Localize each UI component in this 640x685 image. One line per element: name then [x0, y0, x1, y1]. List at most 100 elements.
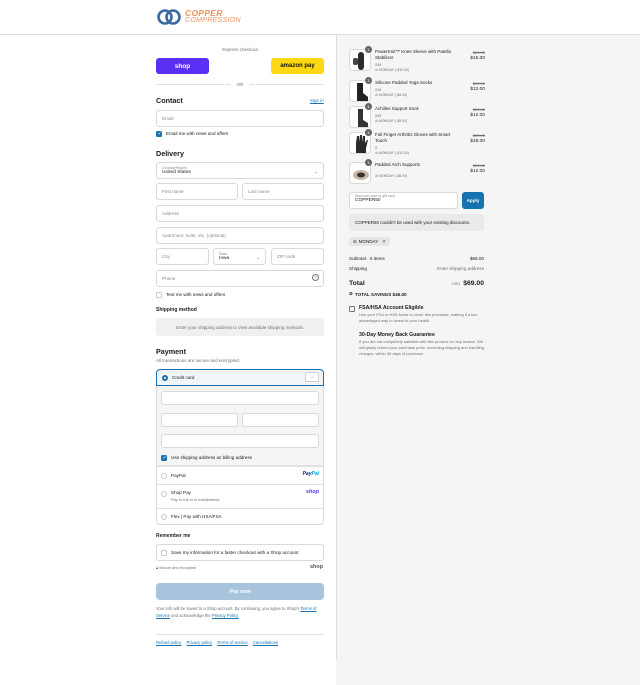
item-variant: S/M — [375, 63, 382, 67]
cart-item: 1 Full Finger Arthritis Gloves with Smar… — [349, 129, 485, 158]
address-field[interactable]: Address — [156, 205, 324, 222]
discount-code-field[interactable]: Discount code or gift card COPPER50 — [349, 192, 458, 209]
item-discount: ⊘ MONDAY (-$8.00) — [375, 93, 408, 97]
item-price: $18.00 — [470, 139, 485, 144]
remove-discount-icon[interactable]: ✕ — [382, 239, 386, 245]
tag-icon: ⊘ — [375, 174, 378, 178]
item-name: Achilles Support Sock — [375, 106, 419, 111]
phone-field[interactable]: Phone ? — [156, 270, 324, 287]
sign-in-link[interactable]: Sign in — [310, 98, 324, 103]
secure-note: 🔒︎ Secure and encrypted — [156, 566, 197, 570]
billing-address-checkbox[interactable] — [161, 455, 167, 461]
news-checkbox-label: Email me with news and offers — [166, 131, 229, 136]
tag-icon: ⊘ — [375, 119, 378, 123]
quantity-badge: 1 — [365, 77, 372, 84]
item-old-price: $20.00 — [472, 81, 485, 86]
item-discount: ⊘ MONDAY (-$10.00) — [375, 68, 410, 72]
shop-logo: shop — [310, 564, 324, 570]
tag-icon: ⊘ — [375, 68, 378, 72]
fsa-highlight: FSA/HSA Account Eligible Use your FSA or… — [359, 305, 478, 323]
flex-radio[interactable] — [161, 514, 167, 520]
item-name: Silicone Padded Yoga Socks — [375, 80, 433, 85]
privacy-policy-link[interactable]: Privacy Policy. — [212, 613, 239, 618]
chevron-down-icon: ⌄ — [314, 169, 318, 174]
privacy-policy-footer-link[interactable]: Privacy policy — [187, 640, 213, 645]
tag-icon: ⊘ — [375, 151, 378, 155]
cart-item: 1 PowerKnit™ Knee Sleeve with Patella St… — [349, 46, 485, 75]
header: COPPER COMPRESSION — [0, 0, 640, 35]
item-variant: S — [375, 146, 378, 150]
item-name: Padded Arch Supports — [375, 162, 421, 167]
shipping-method-note: Enter your shipping address to view avai… — [156, 318, 324, 336]
shop-pay-express-button[interactable]: shop — [156, 58, 209, 74]
pay-now-button[interactable]: Pay now — [156, 583, 324, 600]
flex-hsa-option[interactable]: Flex | Pay with HSA/FSA — [157, 508, 323, 525]
help-icon[interactable]: ? — [312, 274, 319, 281]
item-old-price: $20.00 — [472, 163, 485, 168]
paypal-radio[interactable] — [161, 473, 167, 479]
apartment-field[interactable]: Apartment, suite, etc. (optional) — [156, 227, 324, 244]
cancellations-link[interactable]: Cancellations — [253, 640, 278, 645]
news-checkbox[interactable] — [156, 131, 162, 137]
item-discount: ⊘ MONDAY (-$8.00) — [375, 174, 408, 178]
shipping-value: Enter shipping address — [437, 266, 484, 271]
card-number-field[interactable] — [161, 391, 319, 405]
billing-address-label: Use shipping address as billing address — [171, 455, 252, 460]
contact-heading: Contact — [156, 96, 183, 105]
quantity-badge: 1 — [365, 159, 372, 166]
logo-mark-icon — [156, 7, 182, 27]
cart-item: 1 Padded Arch Supports ⊘ MONDAY (-$8.00)… — [349, 159, 485, 188]
delivery-heading: Delivery — [156, 149, 184, 158]
quantity-badge: 1 — [365, 103, 372, 110]
item-variant: S/M — [375, 114, 382, 118]
item-variant: S/M — [375, 88, 382, 92]
last-name-field[interactable]: Last name — [242, 183, 324, 200]
paypal-option[interactable]: PayPal PayPal — [157, 466, 323, 484]
footer-divider — [156, 634, 324, 635]
expiry-field[interactable] — [161, 413, 238, 427]
payment-subtitle: All transactions are secure and encrypte… — [156, 358, 241, 363]
total-row: Total USD $69.00 — [349, 280, 484, 287]
refund-policy-link[interactable]: Refund policy — [156, 640, 181, 645]
first-name-field[interactable]: First name — [156, 183, 238, 200]
brand-line1: COPPER — [185, 8, 223, 18]
item-name: Full Finger Arthritis Gloves with Smart … — [375, 132, 451, 143]
remember-me-checkbox[interactable] — [161, 550, 167, 556]
currency: USD — [451, 281, 461, 286]
credit-card-option[interactable]: Credit card → — [156, 369, 324, 386]
apply-discount-button[interactable]: Apply — [462, 192, 484, 209]
terms-of-service-footer-link[interactable]: Terms of service — [217, 640, 247, 645]
card-details-panel: Use shipping address as billing address — [157, 386, 323, 466]
zip-field[interactable]: ZIP code — [271, 248, 324, 265]
item-discount: ⊘ MONDAY (-$8.00) — [375, 119, 408, 123]
terms-note: Your info will be saved to a Shop accoun… — [156, 606, 317, 618]
security-code-field[interactable] — [242, 413, 319, 427]
country-select[interactable]: Country/Region United States ⌄ — [156, 162, 324, 179]
remember-me-heading: Remember me — [156, 533, 191, 539]
discount-error-message: COPPER50 couldn't be used with your exis… — [349, 214, 484, 231]
shop-pay-option[interactable]: Shop Pay Pay in full or in installments … — [157, 484, 323, 508]
brand-line2: COMPRESSION — [185, 17, 241, 24]
total-savings: ⊘ TOTAL SAVINGS $46.00 — [349, 291, 407, 297]
text-offers-checkbox[interactable] — [156, 292, 162, 298]
or-divider: OR — [156, 81, 324, 87]
state-select[interactable]: State Iowa ⌄ — [213, 248, 266, 265]
lock-icon: 🔒︎ — [156, 566, 159, 570]
item-price: $15.00 — [470, 56, 485, 61]
item-discount: ⊘ MONDAY (-$12.00) — [375, 151, 410, 155]
shop-pay-radio[interactable] — [161, 491, 167, 497]
footer-links: Refund policy Privacy policy Terms of se… — [156, 640, 282, 645]
cart-item: 1 Silicone Padded Yoga Socks S/M ⊘ MONDA… — [349, 77, 485, 106]
email-field[interactable]: Email — [156, 110, 324, 127]
payment-heading: Payment — [156, 347, 186, 356]
quantity-badge: 1 — [365, 46, 372, 53]
city-field[interactable]: City — [156, 248, 209, 265]
credit-card-radio[interactable] — [162, 375, 168, 381]
total-value: $69.00 — [463, 280, 484, 287]
remember-me-box[interactable]: Save my information for a faster checkou… — [156, 544, 324, 561]
name-on-card-field[interactable] — [161, 434, 319, 448]
cart-item: 1 Achilles Support Sock S/M ⊘ MONDAY (-$… — [349, 103, 485, 132]
amazon-pay-button[interactable]: amazon pay — [271, 58, 324, 74]
subtotal-value: $69.00 — [469, 256, 484, 261]
brand-logo[interactable]: COPPER COMPRESSION — [156, 7, 241, 27]
